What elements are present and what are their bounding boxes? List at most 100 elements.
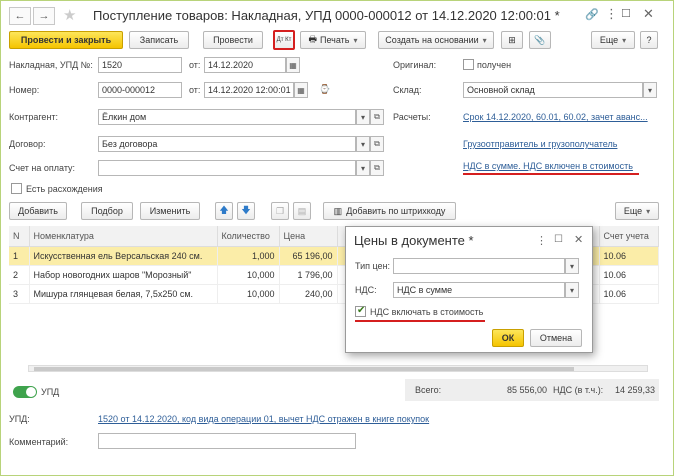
row-account[interactable]: 10.06 bbox=[599, 284, 659, 304]
row-number: 2 bbox=[9, 265, 30, 285]
help-button[interactable]: ? bbox=[640, 31, 658, 49]
row-quantity[interactable]: 10,000 bbox=[217, 284, 280, 304]
add-button[interactable]: Добавить bbox=[9, 202, 67, 220]
pick-button[interactable]: Подбор bbox=[81, 202, 133, 220]
link-icon[interactable]: 🔗 bbox=[585, 8, 599, 21]
chevron-down-icon[interactable]: ▾ bbox=[356, 160, 370, 176]
vat-label: НДС: bbox=[355, 285, 377, 295]
dt-kt-button[interactable]: Дт Кт bbox=[273, 30, 295, 50]
doc-date-input[interactable]: 14.12.2020 bbox=[204, 57, 286, 73]
number-date-ot-label: от: bbox=[189, 85, 201, 95]
page-title: Поступление товаров: Накладная, УПД 0000… bbox=[93, 8, 560, 23]
warehouse-input[interactable]: Основной склад bbox=[463, 82, 643, 98]
row-account[interactable]: 10.06 bbox=[599, 265, 659, 285]
upd-link[interactable]: 1520 от 14.12.2020, код вида операции 01… bbox=[98, 414, 429, 424]
shipper-consignee-link[interactable]: Грузоотправитель и грузополучатель bbox=[463, 139, 617, 149]
column-header-n[interactable]: N bbox=[9, 226, 30, 247]
price-type-input[interactable] bbox=[393, 258, 565, 274]
totals-bar: Всего: 85 556,00 НДС (в т.ч.): 14 259,33 bbox=[405, 379, 659, 401]
invoice-input[interactable] bbox=[98, 160, 356, 176]
print-button[interactable]: 🖶 Печать bbox=[300, 31, 366, 49]
maximize-icon[interactable]: ☐ bbox=[621, 7, 631, 20]
contract-label: Договор: bbox=[9, 139, 46, 149]
column-header-price[interactable]: Цена bbox=[279, 226, 338, 247]
upd-toggle[interactable] bbox=[13, 386, 37, 398]
row-price[interactable]: 240,00 bbox=[279, 284, 338, 304]
open-icon[interactable]: ⧉ bbox=[370, 160, 384, 176]
more-vertical-icon[interactable]: ⋮ bbox=[536, 234, 547, 247]
copy-icon[interactable]: ❐ bbox=[271, 202, 289, 220]
chevron-down-icon[interactable]: ▾ bbox=[356, 109, 370, 125]
comment-input[interactable] bbox=[98, 433, 356, 449]
discrepancy-label: Есть расхождения bbox=[26, 184, 103, 194]
discrepancy-checkbox[interactable] bbox=[11, 183, 22, 194]
vat-input[interactable]: НДС в сумме bbox=[393, 282, 565, 298]
vat-total-label: НДС (в т.ч.): bbox=[553, 385, 604, 395]
settlements-label: Расчеты: bbox=[393, 112, 431, 122]
row-item-name[interactable]: Набор новогодних шаров "Морозный" bbox=[29, 265, 218, 285]
move-up-button[interactable]: 🡅 bbox=[215, 202, 233, 220]
column-header-quantity[interactable]: Количество bbox=[217, 226, 280, 247]
row-number: 1 bbox=[9, 246, 30, 266]
row-account[interactable]: 10.06 bbox=[599, 246, 659, 266]
maximize-icon[interactable]: ☐ bbox=[554, 234, 563, 245]
number-date-input[interactable]: 14.12.2020 12:00:01 bbox=[204, 82, 294, 98]
horizontal-scrollbar[interactable] bbox=[28, 365, 648, 372]
prices-dialog: Цены в документе * ⋮ ☐ ✕ Тип цен: ▾ НДС:… bbox=[345, 226, 593, 353]
move-down-button[interactable]: 🡇 bbox=[237, 202, 255, 220]
document-window: ← → ★ Поступление товаров: Накладная, УП… bbox=[0, 0, 674, 476]
column-header-item[interactable]: Номенклатура bbox=[29, 226, 218, 247]
more-button[interactable]: Еще bbox=[591, 31, 635, 49]
cancel-button[interactable]: Отмена bbox=[530, 329, 582, 347]
open-icon[interactable]: ⧉ bbox=[370, 136, 384, 152]
doc-number-input[interactable]: 1520 bbox=[98, 57, 182, 73]
create-based-on-button[interactable]: Создать на основании bbox=[378, 31, 494, 49]
star-icon[interactable]: ★ bbox=[63, 6, 76, 24]
calendar-icon[interactable]: ▦ bbox=[286, 57, 300, 73]
counterparty-label: Контрагент: bbox=[9, 112, 59, 122]
structure-icon[interactable]: ⊞ bbox=[501, 31, 523, 49]
arrow-right-icon: → bbox=[38, 10, 50, 22]
change-button[interactable]: Изменить bbox=[140, 202, 200, 220]
date-history-icon[interactable]: ⌚ bbox=[319, 84, 330, 95]
chevron-down-icon[interactable]: ▾ bbox=[643, 82, 657, 98]
post-button[interactable]: Провести bbox=[203, 31, 263, 49]
column-header-account[interactable]: Счет учета bbox=[599, 226, 659, 247]
paperclip-icon[interactable]: 📎 bbox=[529, 31, 551, 49]
forward-button[interactable]: → bbox=[33, 7, 55, 25]
arrow-left-icon: ← bbox=[14, 10, 26, 22]
more-vertical-icon[interactable]: ⋮ bbox=[605, 6, 618, 22]
chevron-down-icon[interactable]: ▾ bbox=[565, 258, 579, 274]
scrollbar-thumb[interactable] bbox=[34, 367, 574, 371]
settlements-link[interactable]: Срок 14.12.2020, 60.01, 60.02, зачет ава… bbox=[463, 112, 648, 122]
back-button[interactable]: ← bbox=[9, 7, 31, 25]
open-icon[interactable]: ⧉ bbox=[370, 109, 384, 125]
vat-settings-link[interactable]: НДС в сумме. НДС включен в стоимость bbox=[463, 161, 633, 171]
invoice-label: Счет на оплату: bbox=[9, 163, 76, 173]
row-item-name[interactable]: Искусственная ель Версальская 240 см. bbox=[29, 246, 218, 266]
delete-icon[interactable]: ▤ bbox=[293, 202, 311, 220]
received-checkbox[interactable] bbox=[463, 59, 474, 70]
row-quantity[interactable]: 1,000 bbox=[217, 246, 280, 266]
number-input[interactable]: 0000-000012 bbox=[98, 82, 182, 98]
post-and-close-button[interactable]: Провести и закрыть bbox=[9, 31, 123, 49]
close-icon[interactable]: ✕ bbox=[643, 6, 654, 22]
ok-button[interactable]: ОК bbox=[492, 329, 524, 347]
doc-date-ot-label: от: bbox=[189, 60, 201, 70]
calendar-icon[interactable]: ▦ bbox=[294, 82, 308, 98]
save-button[interactable]: Записать bbox=[129, 31, 189, 49]
close-icon[interactable]: ✕ bbox=[574, 233, 583, 246]
chevron-down-icon[interactable]: ▾ bbox=[565, 282, 579, 298]
counterparty-input[interactable]: Ёлкин дом bbox=[98, 109, 356, 125]
row-price[interactable]: 1 796,00 bbox=[279, 265, 338, 285]
add-by-barcode-button[interactable]: ▥ Добавить по штрихкоду bbox=[323, 202, 456, 220]
arrow-up-icon: 🡅 bbox=[219, 205, 229, 215]
table-more-button[interactable]: Еще bbox=[615, 202, 659, 220]
add-by-barcode-label: Добавить по штрихкоду bbox=[346, 206, 446, 216]
contract-input[interactable]: Без договора bbox=[98, 136, 356, 152]
row-item-name[interactable]: Мишура глянцевая белая, 7,5х250 см. bbox=[29, 284, 218, 304]
row-quantity[interactable]: 10,000 bbox=[217, 265, 280, 285]
vat-included-checkbox[interactable] bbox=[355, 305, 366, 317]
chevron-down-icon[interactable]: ▾ bbox=[356, 136, 370, 152]
row-price[interactable]: 65 196,00 bbox=[279, 246, 338, 266]
